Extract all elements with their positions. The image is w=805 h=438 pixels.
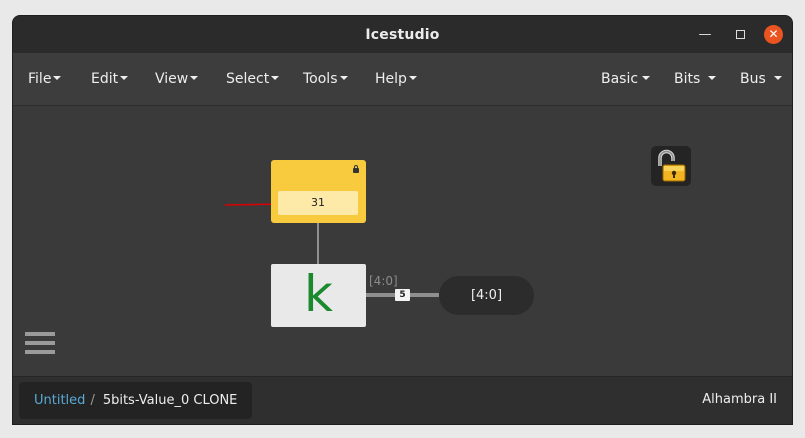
hamburger-bar <box>25 332 55 336</box>
output-port-block[interactable]: [4:0] <box>439 276 534 315</box>
window-title: Icestudio <box>365 27 440 43</box>
design-canvas[interactable]: 31 k [4:0] 5 [4:0] <box>13 106 792 376</box>
menu-file[interactable]: File <box>28 71 62 87</box>
menu-help[interactable]: Help <box>375 71 417 87</box>
unlock-button[interactable] <box>651 146 691 186</box>
hamburger-bar <box>25 341 55 345</box>
menu-tools[interactable]: Tools <box>303 71 348 87</box>
close-icon: ✕ <box>768 27 779 41</box>
menu-label: Bits <box>674 71 701 87</box>
status-bar: Untitled / 5bits-Value_0 CLONE Alhambra II <box>13 376 792 424</box>
breadcrumb-root-link[interactable]: Untitled <box>34 393 85 408</box>
minimize-icon: — <box>698 27 712 42</box>
menu-label: Bus <box>740 71 766 87</box>
caret-down-icon <box>53 76 62 80</box>
caret-down-icon <box>271 76 280 80</box>
k-constant-block[interactable]: k <box>271 264 366 327</box>
breadcrumb: Untitled / 5bits-Value_0 CLONE <box>19 382 253 419</box>
menu-label: Help <box>375 71 407 87</box>
constant-value-field[interactable]: 31 <box>278 191 358 215</box>
caret-down-icon <box>408 76 417 80</box>
menu-label: Edit <box>91 71 119 87</box>
app-window: Icestudio — ✕ File Edit View Select Tool… <box>13 16 792 424</box>
menu-edit[interactable]: Edit <box>91 71 129 87</box>
minimize-button[interactable]: — <box>696 26 714 44</box>
maximize-icon <box>735 30 745 39</box>
menu-label: File <box>28 71 52 87</box>
menu-bits[interactable]: Bits <box>674 71 717 87</box>
caret-down-icon <box>120 76 129 80</box>
menu-label: Select <box>226 71 270 87</box>
hamburger-menu-icon[interactable] <box>25 332 55 360</box>
hamburger-bar <box>25 350 55 354</box>
lock-icon <box>353 165 359 173</box>
caret-down-icon <box>773 76 782 80</box>
caret-down-icon <box>642 76 651 80</box>
caret-down-icon <box>708 76 717 80</box>
breadcrumb-current: 5bits-Value_0 CLONE <box>102 393 238 408</box>
close-button[interactable]: ✕ <box>764 25 783 44</box>
menu-label: Tools <box>303 71 338 87</box>
menu-view[interactable]: View <box>155 71 199 87</box>
board-name[interactable]: Alhambra II <box>702 392 777 407</box>
menu-bar: File Edit View Select Tools Help Basic B… <box>13 53 792 106</box>
caret-down-icon <box>339 76 348 80</box>
bus-width-badge: 5 <box>395 289 410 301</box>
caret-down-icon <box>190 76 199 80</box>
constant-block[interactable]: 31 <box>271 160 366 223</box>
menu-basic[interactable]: Basic <box>601 71 651 87</box>
title-bar: Icestudio — ✕ <box>13 16 792 53</box>
breadcrumb-separator: / <box>90 393 95 408</box>
unlock-icon <box>658 149 686 182</box>
menu-select[interactable]: Select <box>226 71 280 87</box>
maximize-button[interactable] <box>731 26 749 44</box>
menu-bus[interactable]: Bus <box>740 71 782 87</box>
menu-label: View <box>155 71 189 87</box>
wire-label: [4:0] <box>369 274 398 288</box>
menu-label: Basic <box>601 71 639 87</box>
